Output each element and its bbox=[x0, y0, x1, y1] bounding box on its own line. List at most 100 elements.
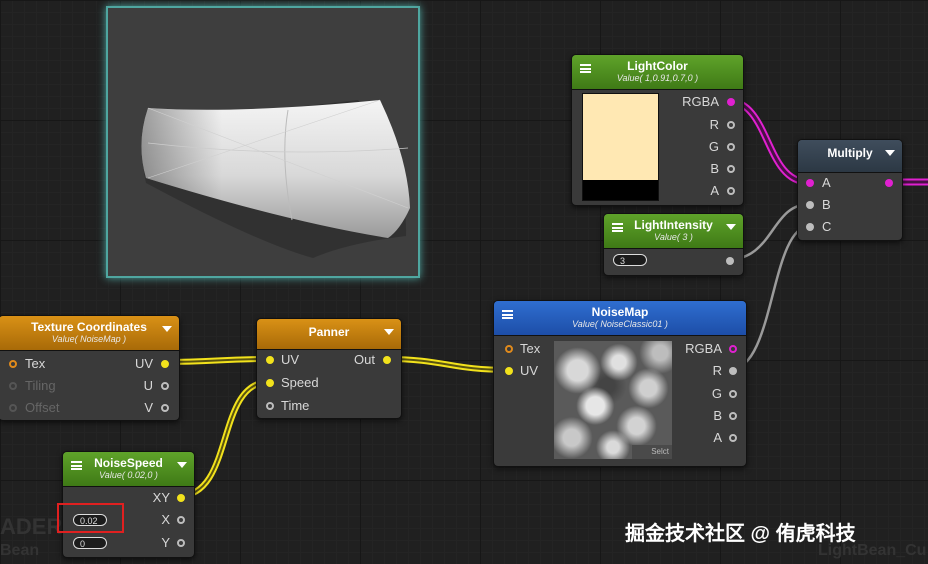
input-port-tex[interactable] bbox=[9, 360, 17, 368]
output-label-r: R bbox=[712, 363, 722, 378]
panner-header[interactable]: Panner bbox=[257, 319, 401, 350]
chevron-down-icon[interactable] bbox=[177, 462, 187, 468]
preview-viewport[interactable] bbox=[106, 6, 420, 278]
input-label-tex: Tex bbox=[25, 356, 46, 371]
chevron-down-icon[interactable] bbox=[726, 224, 736, 230]
output-label-y: Y bbox=[161, 535, 170, 550]
input-port-time[interactable] bbox=[266, 402, 274, 410]
light-intensity-node[interactable]: LightIntensity Value( 3 ) 3 bbox=[603, 213, 744, 276]
output-label-a: A bbox=[713, 430, 722, 445]
noise-map-subtitle: Value( NoiseClassic01 ) bbox=[572, 319, 668, 329]
input-label-uv: UV bbox=[281, 352, 300, 367]
menu-icon[interactable] bbox=[502, 310, 513, 319]
output-label-uv: UV bbox=[134, 356, 153, 371]
output-port-x[interactable] bbox=[177, 516, 185, 524]
noise-texture-preview[interactable]: Selct bbox=[554, 341, 672, 459]
select-texture-button[interactable]: Selct bbox=[632, 445, 672, 459]
texture-coordinates-subtitle: Value( NoiseMap ) bbox=[51, 334, 127, 344]
texture-coordinates-node[interactable]: Texture Coordinates Value( NoiseMap ) Te… bbox=[0, 315, 180, 421]
output-label-b: B bbox=[710, 161, 719, 176]
output-port-v[interactable] bbox=[161, 404, 169, 412]
menu-icon[interactable] bbox=[580, 64, 591, 73]
noise-map-header[interactable]: NoiseMap Value( NoiseClassic01 ) bbox=[494, 301, 746, 336]
input-label-tiling: Tiling bbox=[25, 378, 56, 393]
noise-speed-header[interactable]: NoiseSpeed Value( 0.02,0 ) bbox=[63, 452, 194, 487]
output-label-g: G bbox=[711, 386, 722, 401]
output-port-r[interactable] bbox=[729, 367, 737, 375]
input-label-speed: Speed bbox=[281, 375, 319, 390]
output-port-y[interactable] bbox=[177, 539, 185, 547]
output-port-b[interactable] bbox=[729, 412, 737, 420]
texture-coordinates-title: Texture Coordinates bbox=[31, 320, 147, 334]
multiply-header[interactable]: Multiply bbox=[798, 140, 902, 173]
beam-mesh-preview bbox=[141, 99, 411, 258]
input-port-offset[interactable] bbox=[9, 404, 17, 412]
noise-speed-title: NoiseSpeed bbox=[94, 456, 163, 470]
chevron-down-icon[interactable] bbox=[162, 326, 172, 332]
output-port-a[interactable] bbox=[729, 434, 737, 442]
output-port-rgba[interactable] bbox=[729, 345, 737, 353]
chevron-down-icon[interactable] bbox=[885, 150, 895, 156]
light-color-node[interactable]: LightColor Value( 1,0.91,0.7,0 ) RGBA R … bbox=[571, 54, 744, 206]
input-label-b: B bbox=[822, 197, 831, 212]
output-port-b[interactable] bbox=[727, 165, 735, 173]
output-label-r: R bbox=[709, 117, 719, 132]
output-port-r[interactable] bbox=[727, 121, 735, 129]
light-intensity-title: LightIntensity bbox=[634, 218, 713, 232]
input-label-c: C bbox=[822, 219, 832, 234]
light-intensity-header[interactable]: LightIntensity Value( 3 ) bbox=[604, 214, 743, 249]
noise-speed-y-field[interactable]: 0 bbox=[73, 537, 107, 549]
multiply-node[interactable]: Multiply A B C bbox=[797, 139, 903, 241]
output-label-rgba: RGBA bbox=[682, 94, 719, 109]
output-label-v: V bbox=[144, 400, 153, 415]
output-port-xy[interactable] bbox=[177, 494, 185, 502]
input-port-a[interactable] bbox=[806, 179, 814, 187]
texture-coordinates-header[interactable]: Texture Coordinates Value( NoiseMap ) bbox=[0, 316, 179, 351]
light-color-title: LightColor bbox=[627, 59, 688, 73]
input-label-uv: UV bbox=[520, 363, 539, 378]
highlight-box bbox=[57, 503, 124, 533]
light-color-swatch[interactable] bbox=[582, 93, 659, 201]
input-port-c[interactable] bbox=[806, 223, 814, 231]
watermark-text: 掘金技术社区 @ 侑虎科技 bbox=[625, 523, 856, 545]
chevron-down-icon[interactable] bbox=[384, 329, 394, 335]
panner-node[interactable]: Panner UV Speed Time Out bbox=[256, 318, 402, 419]
input-port-tiling[interactable] bbox=[9, 382, 17, 390]
output-label-rgba: RGBA bbox=[685, 341, 722, 356]
output-label-x: X bbox=[161, 512, 170, 527]
output-port-uv[interactable] bbox=[161, 360, 169, 368]
light-intensity-value-field[interactable]: 3 bbox=[613, 254, 647, 266]
input-port-uv[interactable] bbox=[505, 367, 513, 375]
input-label-tex: Tex bbox=[520, 341, 541, 356]
output-label-xy: XY bbox=[152, 490, 170, 505]
output-port-rgba[interactable] bbox=[727, 98, 735, 106]
multiply-output-port[interactable] bbox=[885, 179, 893, 187]
output-label-u: U bbox=[143, 378, 153, 393]
output-port-out[interactable] bbox=[383, 356, 391, 364]
light-color-subtitle: Value( 1,0.91,0.7,0 ) bbox=[616, 73, 699, 83]
output-label-b: B bbox=[713, 408, 722, 423]
input-label-time: Time bbox=[281, 398, 310, 413]
light-color-header[interactable]: LightColor Value( 1,0.91,0.7,0 ) bbox=[572, 55, 743, 90]
output-port-g[interactable] bbox=[727, 143, 735, 151]
output-port-a[interactable] bbox=[727, 187, 735, 195]
noise-map-node[interactable]: NoiseMap Value( NoiseClassic01 ) Tex UV … bbox=[493, 300, 747, 467]
noise-speed-subtitle: Value( 0.02,0 ) bbox=[99, 470, 158, 480]
light-intensity-subtitle: Value( 3 ) bbox=[654, 232, 693, 242]
input-label-a: A bbox=[822, 175, 831, 190]
light-intensity-output-port[interactable] bbox=[726, 257, 734, 265]
panner-title: Panner bbox=[308, 325, 350, 339]
input-port-tex[interactable] bbox=[505, 345, 513, 353]
input-port-uv[interactable] bbox=[266, 356, 274, 364]
menu-icon[interactable] bbox=[71, 461, 82, 470]
input-port-b[interactable] bbox=[806, 201, 814, 209]
input-label-offset: Offset bbox=[25, 400, 60, 415]
output-label-g: G bbox=[708, 139, 719, 154]
noise-map-title: NoiseMap bbox=[591, 305, 649, 319]
output-port-u[interactable] bbox=[161, 382, 169, 390]
output-label-out: Out bbox=[354, 352, 375, 367]
input-port-speed[interactable] bbox=[266, 379, 274, 387]
menu-icon[interactable] bbox=[612, 223, 623, 232]
output-port-g[interactable] bbox=[729, 390, 737, 398]
output-label-a: A bbox=[710, 183, 719, 198]
